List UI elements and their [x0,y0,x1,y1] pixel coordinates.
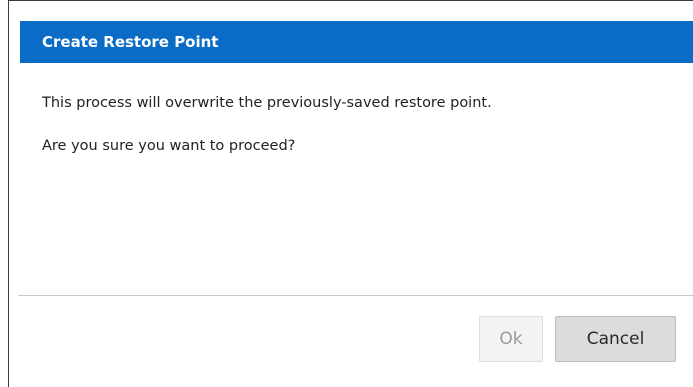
dialog-footer-divider [18,295,693,296]
restore-point-dialog: Create Restore Point This process will o… [8,0,693,387]
ok-button[interactable]: Ok [479,316,543,362]
dialog-titlebar: Create Restore Point [20,21,693,63]
cancel-button[interactable]: Cancel [555,316,676,362]
dialog-message-overwrite: This process will overwrite the previous… [42,95,492,111]
dialog-title: Create Restore Point [42,33,219,51]
dialog-message-confirm: Are you sure you want to proceed? [42,138,296,154]
